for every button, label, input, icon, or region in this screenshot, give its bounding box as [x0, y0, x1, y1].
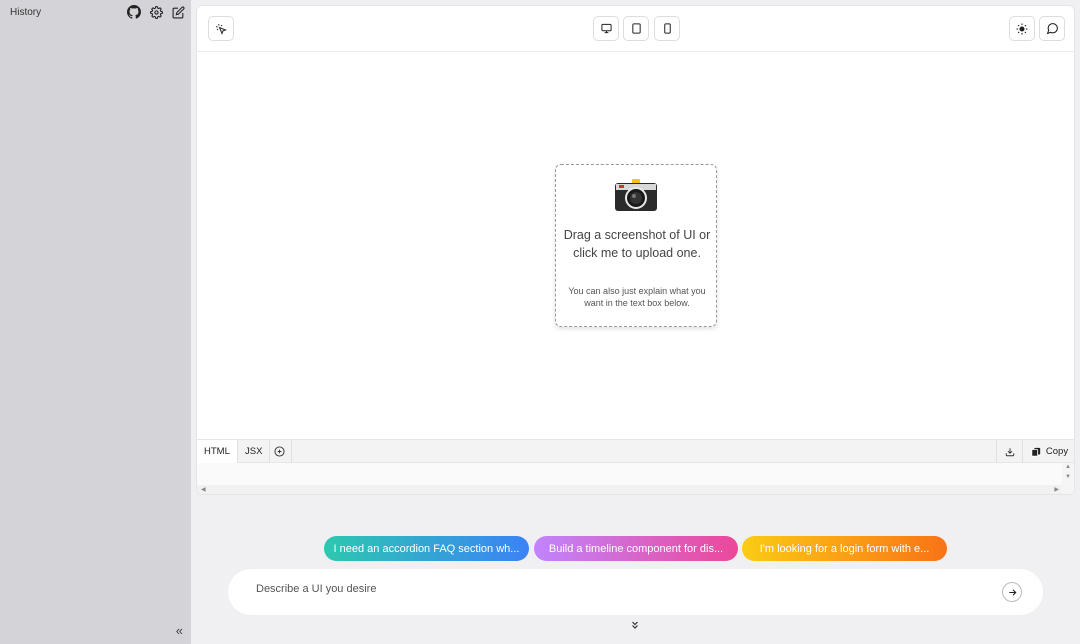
- plus-circle-icon[interactable]: [268, 440, 292, 463]
- mobile-icon[interactable]: [654, 16, 680, 41]
- copy-icon: [1031, 447, 1041, 457]
- tab-jsx[interactable]: JSX: [238, 440, 271, 463]
- camera-icon: [614, 177, 658, 218]
- sidebar: History «: [0, 0, 191, 644]
- download-icon[interactable]: [996, 440, 1022, 463]
- main-panel: Drag a screenshot of UI or click me to u…: [196, 5, 1075, 495]
- github-icon[interactable]: [127, 5, 141, 19]
- edit-icon[interactable]: [171, 5, 185, 19]
- upload-hint: You can also just explain what you want …: [568, 286, 706, 308]
- preview-area: Drag a screenshot of UI or click me to u…: [197, 53, 1074, 439]
- arrow-right-icon: [1008, 588, 1016, 596]
- sidebar-title: History: [10, 7, 42, 18]
- copy-button[interactable]: Copy: [1022, 440, 1074, 463]
- upload-instructions: Drag a screenshot of UI or click me to u…: [563, 228, 711, 260]
- copy-label: Copy: [1045, 446, 1069, 457]
- prompt-bar: [228, 569, 1043, 615]
- code-editor[interactable]: ◀ ▶ ▲ ▼: [197, 463, 1074, 494]
- scroll-left-icon[interactable]: ◀: [201, 486, 206, 493]
- scroll-right-icon[interactable]: ▶: [1054, 486, 1059, 493]
- prompt-input[interactable]: [256, 583, 956, 595]
- sun-icon[interactable]: [1009, 16, 1035, 41]
- toolbar: [197, 6, 1074, 52]
- tablet-icon[interactable]: [623, 16, 649, 41]
- upload-dropzone[interactable]: Drag a screenshot of UI or click me to u…: [555, 164, 717, 327]
- chevrons-down-icon[interactable]: [629, 618, 641, 630]
- scroll-up-icon[interactable]: ▲: [1065, 464, 1071, 470]
- suggestion-chip-timeline[interactable]: Build a timeline component for dis...: [534, 536, 738, 561]
- cursor-select-icon[interactable]: [208, 16, 234, 41]
- code-tab-bar: HTML JSX Copy: [197, 439, 1074, 463]
- vertical-scrollbar[interactable]: ▲ ▼: [1062, 463, 1074, 494]
- gear-icon[interactable]: [149, 5, 163, 19]
- suggestion-chip-login[interactable]: I'm looking for a login form with e...: [742, 536, 947, 561]
- suggestion-chip-accordion[interactable]: I need an accordion FAQ section wh...: [324, 536, 529, 561]
- horizontal-scrollbar[interactable]: ◀ ▶: [197, 485, 1063, 494]
- tab-html[interactable]: HTML: [197, 440, 238, 463]
- scroll-down-icon[interactable]: ▼: [1065, 474, 1071, 480]
- chat-icon[interactable]: [1039, 16, 1065, 41]
- desktop-icon[interactable]: [593, 16, 619, 41]
- sidebar-actions: [127, 5, 185, 19]
- collapse-sidebar-button[interactable]: «: [176, 623, 183, 638]
- send-button[interactable]: [1002, 582, 1022, 602]
